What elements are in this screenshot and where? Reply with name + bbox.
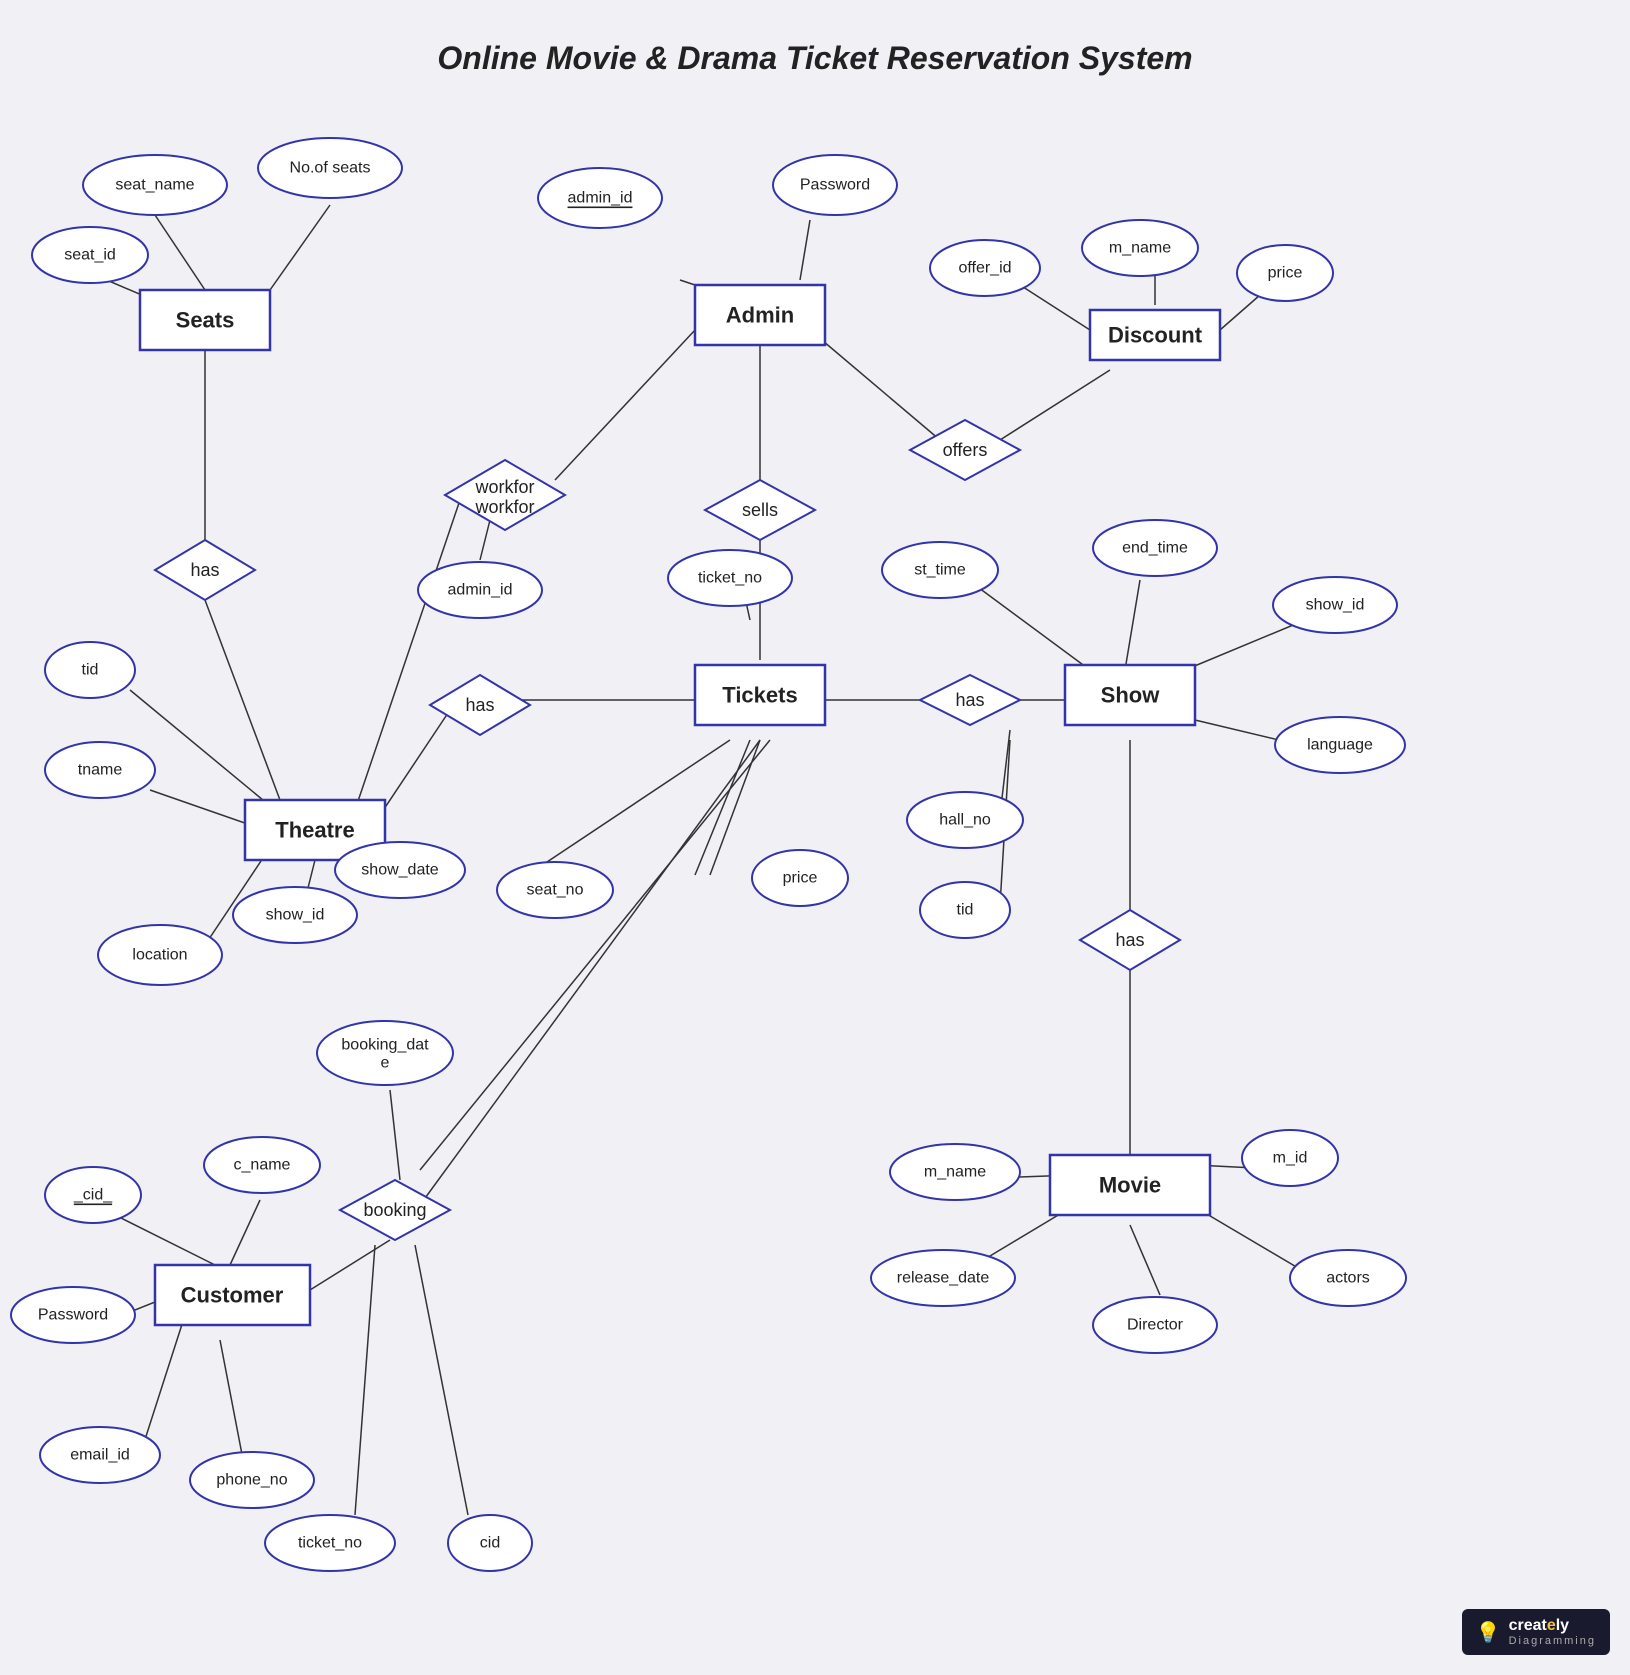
attr-phone-no-label: phone_no (216, 1472, 287, 1489)
attr-email-id-label: email_id (70, 1447, 130, 1464)
diagram-container: Online Movie & Drama Ticket Reservation … (0, 0, 1630, 1675)
attr-show-id-theatre-label: show_id (266, 907, 325, 924)
attr-ticket-no-top-label: ticket_no (698, 570, 762, 587)
attr-director-label: Director (1127, 1317, 1184, 1334)
attr-seat-name-label: seat_name (115, 177, 194, 194)
attr-password-admin-label: Password (800, 177, 870, 194)
entity-tickets-label: Tickets (722, 683, 797, 708)
entity-customer-label: Customer (181, 1283, 284, 1308)
attr-tid-show-label: tid (957, 902, 974, 919)
rel-has2-label: has (465, 695, 494, 715)
rel-offers-label: offers (943, 440, 988, 460)
attr-m-name-movie-label: m_name (924, 1164, 986, 1181)
attr-password-cust-label: Password (38, 1307, 108, 1324)
attr-seat-id-label: seat_id (64, 247, 116, 264)
entity-discount-label: Discount (1108, 323, 1203, 348)
attr-c-name-label: c_name (234, 1157, 291, 1174)
brand-sub: Diagramming (1509, 1635, 1596, 1647)
rel-booking-label: booking (363, 1200, 426, 1220)
brand-text: creately Diagramming (1509, 1617, 1596, 1647)
attr-release-date-label: release_date (897, 1270, 990, 1287)
attr-cid-book-label: cid (480, 1535, 500, 1552)
attr-price-disc-label: price (1268, 265, 1303, 282)
rel-has1-label: has (190, 560, 219, 580)
attr-st-time-label: st_time (914, 562, 966, 579)
brand-name-highlight: e (1547, 1617, 1556, 1634)
attr-seat-no-label: seat_no (527, 882, 584, 899)
attr-admin-id2-label: admin_id (448, 582, 513, 599)
rel-workfor-label2: workfor (474, 497, 534, 517)
attr-tname-label: tname (78, 762, 123, 779)
attr-price-ticket-label: price (783, 870, 818, 887)
attr-m-id-label: m_id (1273, 1150, 1308, 1167)
attr-booking-date-label2: e (381, 1055, 390, 1072)
entity-theatre-label: Theatre (275, 818, 354, 843)
brand-name-text: creat (1509, 1617, 1547, 1634)
brand-icon: 💡 (1476, 1620, 1501, 1645)
entity-movie-label: Movie (1099, 1173, 1161, 1198)
attr-end-time-label: end_time (1122, 540, 1188, 557)
attr-hall-no-label: hall_no (939, 812, 991, 829)
attr-admin-id1-label: admin_id (568, 190, 633, 207)
entity-seats-label: Seats (176, 308, 235, 333)
entity-admin-label: Admin (726, 303, 794, 328)
attr-language-label: language (1307, 737, 1373, 754)
attr-actors-label: actors (1326, 1270, 1370, 1287)
attr-no-of-seats-label: No.of seats (290, 160, 371, 177)
rel-workfor-label: workfor (474, 477, 534, 497)
attr-m-name-disc-label: m_name (1109, 240, 1171, 257)
attr-ticket-no-book-label: ticket_no (298, 1535, 362, 1552)
entity-show-label: Show (1101, 683, 1161, 708)
attr-cid-cust-label: _cid_ (73, 1187, 113, 1204)
attr-booking-date-label: booking_dat (341, 1037, 429, 1054)
brand-badge: 💡 creately Diagramming (1462, 1609, 1610, 1655)
er-diagram: Seats Theatre Admin Tickets Show Movie C… (0, 0, 1630, 1675)
attr-show-date-label: show_date (361, 862, 438, 879)
rel-has4-label: has (1115, 930, 1144, 950)
rel-has3-label: has (955, 690, 984, 710)
brand-name: creately (1509, 1617, 1596, 1635)
attr-show-id-show-label: show_id (1306, 597, 1365, 614)
rel-sells-label: sells (742, 500, 778, 520)
attr-offer-id-label: offer_id (958, 260, 1011, 277)
brand-name-rest: ly (1556, 1617, 1569, 1634)
attr-tid-theatre-label: tid (82, 662, 99, 679)
attr-location-label: location (132, 947, 187, 964)
